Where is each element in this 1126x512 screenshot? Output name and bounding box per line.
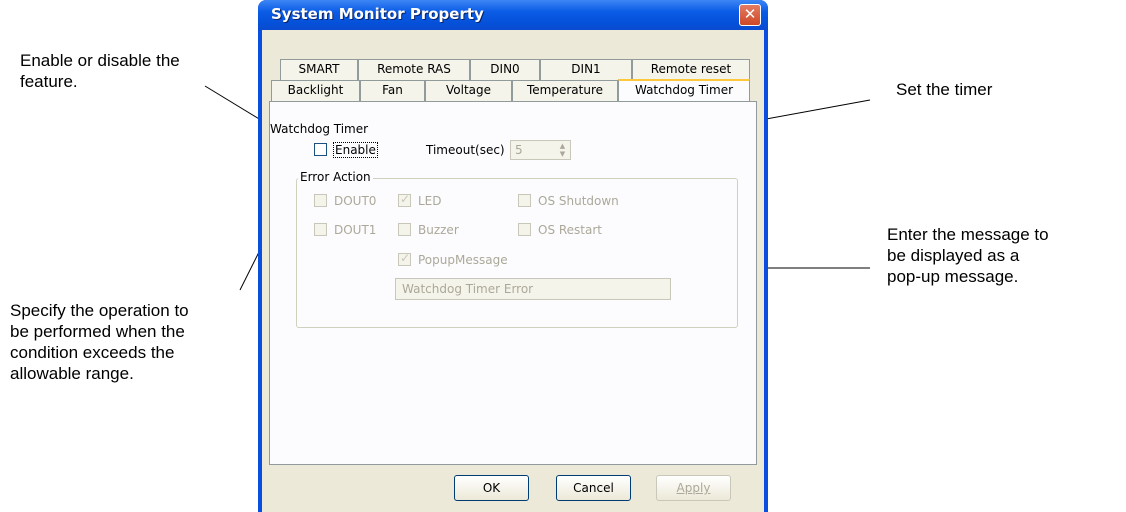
watchdog-group-label: Watchdog Timer bbox=[270, 122, 369, 136]
tab-label: DIN1 bbox=[571, 62, 601, 76]
close-icon: ✕ bbox=[743, 5, 757, 23]
callout-operation: Specify the operation to be performed wh… bbox=[10, 301, 189, 383]
tab-label: Voltage bbox=[445, 83, 491, 97]
check-icon: ✓ bbox=[400, 192, 411, 206]
os-restart-label: OS Restart bbox=[538, 223, 603, 237]
dout1-checkbox[interactable] bbox=[314, 223, 327, 236]
led-label: LED bbox=[418, 194, 442, 208]
tab-fan[interactable]: Fan bbox=[360, 80, 425, 101]
tab-remote-reset[interactable]: Remote reset bbox=[632, 59, 750, 80]
enable-label-text: Enable bbox=[335, 143, 376, 157]
tab-label: Temperature bbox=[526, 83, 603, 97]
popup-message-label: PopupMessage bbox=[418, 253, 508, 267]
window-title: System Monitor Property bbox=[271, 5, 484, 23]
os-shutdown-checkbox[interactable] bbox=[518, 194, 531, 207]
enable-label[interactable]: Enable bbox=[333, 142, 378, 158]
apply-button[interactable]: Apply bbox=[656, 475, 731, 501]
os-restart-checkbox[interactable] bbox=[518, 223, 531, 236]
tab-label: Backlight bbox=[287, 83, 344, 97]
cancel-button[interactable]: Cancel bbox=[556, 475, 631, 501]
apply-label: Apply bbox=[676, 481, 711, 495]
timeout-spinner[interactable]: 5 ▲ ▼ bbox=[510, 140, 571, 160]
spin-down-icon[interactable]: ▼ bbox=[555, 150, 570, 159]
dout1-label: DOUT1 bbox=[334, 223, 377, 237]
tab-remote-ras[interactable]: Remote RAS bbox=[358, 59, 470, 80]
dout0-label: DOUT0 bbox=[334, 194, 377, 208]
error-action-label: Error Action bbox=[298, 170, 373, 184]
popup-message-input[interactable]: Watchdog Timer Error bbox=[395, 278, 671, 300]
tab-din1[interactable]: DIN1 bbox=[540, 59, 632, 80]
tab-label: SMART bbox=[298, 62, 340, 76]
tab-label: DIN0 bbox=[490, 62, 520, 76]
buzzer-checkbox[interactable] bbox=[398, 223, 411, 236]
close-button[interactable]: ✕ bbox=[739, 4, 761, 26]
tab-label: Watchdog Timer bbox=[634, 83, 734, 97]
tab-label: Remote RAS bbox=[377, 62, 451, 76]
timeout-label: Timeout(sec) bbox=[426, 143, 505, 157]
buzzer-label: Buzzer bbox=[418, 223, 459, 237]
check-icon: ✓ bbox=[400, 251, 411, 265]
timeout-value: 5 bbox=[515, 143, 523, 157]
title-bar[interactable]: System Monitor Property ✕ bbox=[258, 0, 768, 30]
tab-watchdog-timer[interactable]: Watchdog Timer bbox=[618, 79, 750, 101]
dialog-client: SMART Remote RAS DIN0 DIN1 Remote reset … bbox=[262, 30, 764, 512]
ok-button[interactable]: OK bbox=[454, 475, 529, 501]
dialog-window: System Monitor Property ✕ SMART Remote R… bbox=[258, 0, 768, 512]
tab-din0[interactable]: DIN0 bbox=[470, 59, 540, 80]
os-shutdown-label: OS Shutdown bbox=[538, 194, 619, 208]
tab-label: Fan bbox=[382, 83, 403, 97]
callout-timer: Set the timer bbox=[896, 80, 993, 99]
enable-checkbox[interactable] bbox=[314, 143, 327, 156]
dout0-checkbox[interactable] bbox=[314, 194, 327, 207]
tab-backlight[interactable]: Backlight bbox=[271, 80, 360, 101]
popup-message-checkbox[interactable]: ✓ bbox=[398, 251, 411, 266]
led-checkbox[interactable]: ✓ bbox=[398, 192, 411, 207]
tab-label: Remote reset bbox=[650, 62, 732, 76]
tab-smart[interactable]: SMART bbox=[280, 59, 358, 80]
callout-enable: Enable or disable the feature. bbox=[20, 51, 180, 91]
tab-temperature[interactable]: Temperature bbox=[512, 80, 618, 101]
callout-message: Enter the message to be displayed as a p… bbox=[887, 225, 1049, 286]
tab-voltage[interactable]: Voltage bbox=[425, 80, 512, 101]
